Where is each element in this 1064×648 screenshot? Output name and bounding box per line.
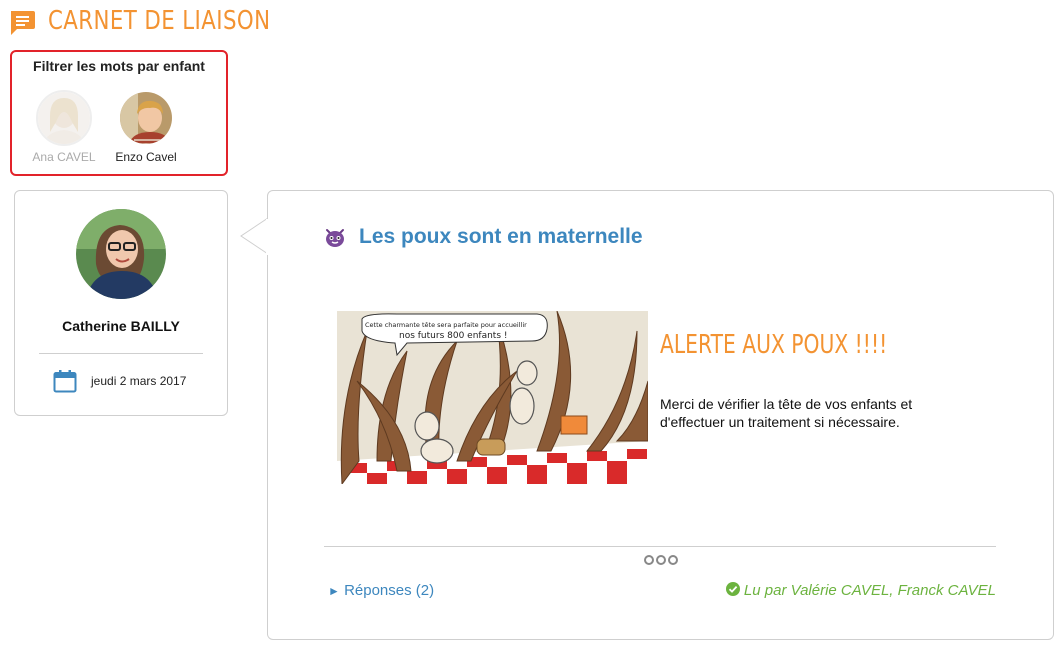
calendar-icon (53, 370, 77, 393)
author-card: Catherine BAILLY jeudi 2 mars 2017 (14, 190, 228, 416)
child-filter: Filtrer les mots par enfant Ana CAVEL En… (10, 50, 228, 176)
image-caption-line2: nos futurs 800 enfants ! (399, 331, 507, 341)
bubble-arrow-mask (266, 219, 270, 255)
divider (324, 546, 996, 547)
child-filter-ana[interactable]: Ana CAVEL (24, 90, 104, 164)
lice-illustration: Cette charmante tête sera parfaite pour … (337, 311, 648, 484)
more-options-icon[interactable] (642, 553, 680, 567)
author-avatar (76, 209, 166, 299)
read-by-text: Lu par Valérie CAVEL, Franck CAVEL (743, 582, 996, 599)
post-body: Merci de vérifier la tête de vos enfants… (660, 396, 913, 430)
post-title: Les poux sont en maternelle (359, 225, 643, 248)
post-date: jeudi 2 mars 2017 (91, 374, 187, 388)
avatar (36, 90, 92, 146)
divider (39, 353, 203, 354)
message-icon (11, 11, 35, 35)
monster-icon (326, 229, 344, 247)
author-name: Catherine BAILLY (62, 318, 180, 334)
page-title: CARNET DE LIAISON (48, 6, 271, 36)
replies-label: Réponses (2) (344, 582, 435, 599)
expand-triangle-icon: ► (328, 584, 340, 598)
child-name: Enzo Cavel (115, 150, 177, 164)
child-name: Ana CAVEL (32, 150, 96, 164)
check-circle-icon (725, 582, 740, 596)
filter-title: Filtrer les mots par enfant (33, 58, 205, 74)
child-filter-enzo[interactable]: Enzo Cavel (106, 90, 186, 164)
avatar (118, 90, 174, 146)
image-caption-line1: Cette charmante tête sera parfaite pour … (365, 321, 527, 329)
alert-title: ALERTE AUX POUX !!!! (660, 330, 888, 360)
replies-toggle[interactable]: ► Réponses (2) (328, 582, 434, 599)
read-receipt: Lu par Valérie CAVEL, Franck CAVEL (725, 582, 996, 599)
